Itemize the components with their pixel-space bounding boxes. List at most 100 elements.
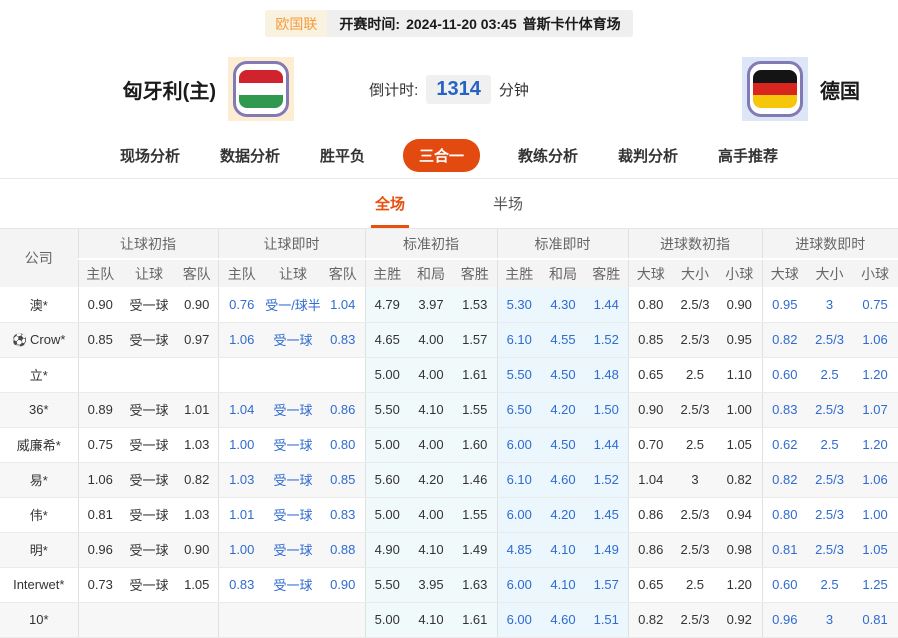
subheader: 大球 <box>762 259 807 287</box>
odds-cell: 5.00 <box>365 427 409 462</box>
odds-table: 公司 让球初指 让球即时 标准初指 标准即时 进球数初指 进球数即时 主队 让球… <box>0 229 898 638</box>
company-column-header: 公司 <box>0 229 78 287</box>
odds-cell: 1.57 <box>585 567 628 602</box>
odds-cell: 6.50 <box>497 392 541 427</box>
subtab-half-match[interactable]: 半场 <box>489 179 527 228</box>
tab-live-analysis[interactable]: 现场分析 <box>118 139 182 172</box>
odds-cell: 4.50 <box>541 357 585 392</box>
odds-cell <box>122 357 176 392</box>
odds-cell: 1.52 <box>585 462 628 497</box>
tab-referee-analysis[interactable]: 裁判分析 <box>616 139 680 172</box>
kickoff-time: 2024-11-20 03:45 <box>406 16 517 32</box>
germany-flag-icon <box>753 70 797 108</box>
table-row: ⚽Crow*0.85受一球0.971.06受一球0.834.654.001.57… <box>0 322 898 357</box>
company-cell: Interwet* <box>0 567 78 602</box>
odds-cell: 4.00 <box>409 322 453 357</box>
odds-cell: 0.60 <box>762 357 807 392</box>
tab-coach-analysis[interactable]: 教练分析 <box>516 139 580 172</box>
company-cell: 易* <box>0 462 78 497</box>
subheader: 大球 <box>628 259 673 287</box>
subheader: 主胜 <box>497 259 541 287</box>
odds-cell: 1.05 <box>852 532 898 567</box>
odds-cell: 受一球 <box>265 392 321 427</box>
odds-cell: 0.82 <box>176 462 218 497</box>
odds-cell: 0.76 <box>218 287 265 322</box>
odds-cell: 0.85 <box>628 322 673 357</box>
odds-cell: 0.85 <box>321 462 365 497</box>
odds-cell: 0.65 <box>628 567 673 602</box>
odds-cell: 4.20 <box>541 497 585 532</box>
odds-cell: 4.50 <box>541 427 585 462</box>
odds-cell: 0.90 <box>717 287 762 322</box>
odds-cell: 6.10 <box>497 462 541 497</box>
odds-cell: 2.5/3 <box>673 392 717 427</box>
odds-cell: 1.04 <box>628 462 673 497</box>
odds-cell: 4.00 <box>409 357 453 392</box>
odds-cell: 受一球 <box>122 392 176 427</box>
odds-cell: 4.60 <box>541 462 585 497</box>
odds-cell: 1.20 <box>717 567 762 602</box>
subtab-full-match[interactable]: 全场 <box>371 179 409 228</box>
odds-cell: 1.46 <box>453 462 497 497</box>
odds-cell: 0.82 <box>762 322 807 357</box>
odds-cell: 0.83 <box>321 497 365 532</box>
odds-cell: 0.80 <box>321 427 365 462</box>
odds-cell: 1.49 <box>585 532 628 567</box>
period-subtabs: 全场 半场 <box>0 179 898 229</box>
league-badge[interactable]: 欧国联 <box>265 10 327 37</box>
odds-cell: 受一球 <box>122 532 176 567</box>
table-row: 易*1.06受一球0.821.03受一球0.855.604.201.466.10… <box>0 462 898 497</box>
odds-cell: 1.06 <box>218 322 265 357</box>
tab-data-analysis[interactable]: 数据分析 <box>218 139 282 172</box>
odds-cell: 受一/球半 <box>265 287 321 322</box>
table-row: 立*5.004.001.615.504.501.480.652.51.100.6… <box>0 357 898 392</box>
subheader: 主队 <box>78 259 122 287</box>
odds-cell: 1.55 <box>453 497 497 532</box>
odds-cell: 1.55 <box>453 392 497 427</box>
odds-cell: 5.30 <box>497 287 541 322</box>
odds-cell: 0.96 <box>78 532 122 567</box>
odds-cell: 4.10 <box>409 602 453 637</box>
odds-cell: 4.60 <box>541 602 585 637</box>
odds-cell: 6.00 <box>497 427 541 462</box>
odds-cell: 4.00 <box>409 427 453 462</box>
odds-cell: 0.62 <box>762 427 807 462</box>
odds-cell: 1.63 <box>453 567 497 602</box>
company-cell: 立* <box>0 357 78 392</box>
odds-cell <box>321 602 365 637</box>
odds-cell: 2.5/3 <box>807 322 852 357</box>
odds-cell: 2.5/3 <box>807 462 852 497</box>
odds-cell: 0.95 <box>717 322 762 357</box>
odds-cell: 1.06 <box>78 462 122 497</box>
odds-cell: 1.20 <box>852 357 898 392</box>
home-team-name: 匈牙利(主) <box>123 75 216 104</box>
odds-cell: 1.10 <box>717 357 762 392</box>
countdown-label: 倒计时: <box>369 79 418 100</box>
company-cell: 伟* <box>0 497 78 532</box>
odds-cell: 0.81 <box>762 532 807 567</box>
odds-cell: 2.5 <box>673 567 717 602</box>
odds-cell: 0.81 <box>78 497 122 532</box>
odds-cell: 1.04 <box>321 287 365 322</box>
odds-cell: 0.60 <box>762 567 807 602</box>
odds-cell: 1.57 <box>453 322 497 357</box>
countdown-unit: 分钟 <box>499 79 529 100</box>
group-header-handicap-initial: 让球初指 <box>78 229 218 259</box>
odds-cell: 3.95 <box>409 567 453 602</box>
subheader: 和局 <box>541 259 585 287</box>
tab-three-in-one[interactable]: 三合一 <box>403 139 480 172</box>
tab-expert-picks[interactable]: 高手推荐 <box>716 139 780 172</box>
odds-cell: 1.44 <box>585 287 628 322</box>
odds-cell: 0.88 <box>321 532 365 567</box>
odds-cell: 2.5/3 <box>673 287 717 322</box>
group-header-handicap-live: 让球即时 <box>218 229 365 259</box>
tab-win-draw-lose[interactable]: 胜平负 <box>318 139 367 172</box>
odds-cell: 1.05 <box>717 427 762 462</box>
kickoff-info: 开赛时间: 2024-11-20 03:45 普斯卡什体育场 <box>327 14 632 34</box>
soccer-ball-icon: ⚽ <box>12 333 27 347</box>
subheader: 让球 <box>265 259 321 287</box>
odds-cell: 1.04 <box>218 392 265 427</box>
odds-cell: 受一球 <box>265 532 321 567</box>
subheader: 小球 <box>852 259 898 287</box>
odds-cell: 0.83 <box>321 322 365 357</box>
